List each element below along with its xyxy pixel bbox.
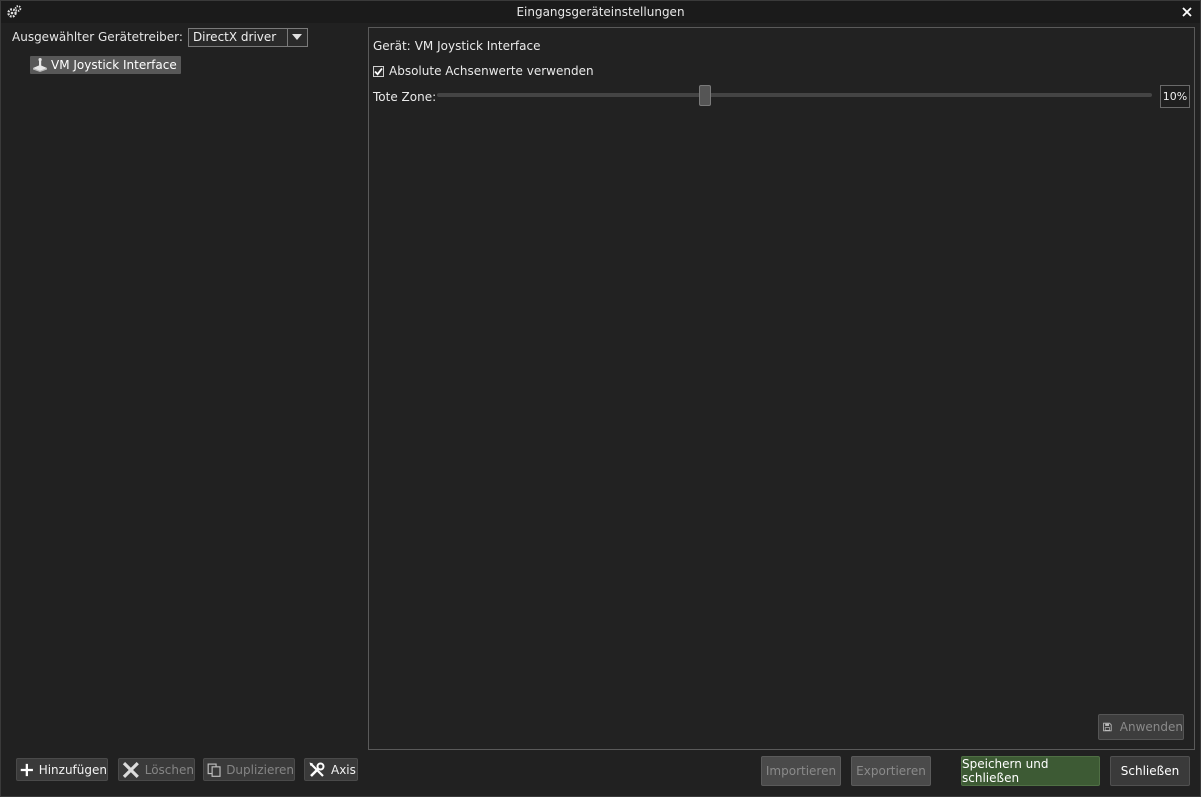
axis-button-label: Axis <box>331 762 356 777</box>
save-disk-icon <box>1103 722 1112 732</box>
window-title: Eingangsgeräteinstellungen <box>516 5 685 19</box>
import-button[interactable]: Importieren <box>761 756 841 786</box>
input-device-settings-window: Eingangsgeräteinstellungen Ausgewählter … <box>0 0 1201 797</box>
duplicate-icon <box>207 762 221 777</box>
add-button-label: Hinzufügen <box>38 762 107 777</box>
dead-zone-slider-handle[interactable] <box>699 85 712 106</box>
dead-zone-value[interactable]: 10% <box>1160 85 1190 108</box>
plus-icon <box>20 763 33 776</box>
device-settings-panel: Gerät: VM Joystick Interface Absolute Ach… <box>368 27 1195 750</box>
close-icon[interactable] <box>1179 4 1195 20</box>
tools-icon <box>309 762 325 777</box>
export-button[interactable]: Exportieren <box>851 756 931 786</box>
apply-button[interactable]: Anwenden <box>1098 714 1184 740</box>
device-list-item-label: VM Joystick Interface <box>51 58 177 72</box>
close-button-label: Schließen <box>1120 764 1180 778</box>
import-button-label: Importieren <box>765 764 837 778</box>
dead-zone-row: Tote Zone: 10% <box>373 85 1190 109</box>
delete-button[interactable]: Löschen <box>118 758 195 781</box>
save-and-close-button[interactable]: Speichern und schließen <box>961 756 1100 786</box>
device-info: Gerät: VM Joystick Interface <box>373 39 540 53</box>
delete-x-icon <box>122 761 139 778</box>
close-button[interactable]: Schließen <box>1110 756 1190 786</box>
checkmark-icon <box>374 67 383 76</box>
device-name: VM Joystick Interface <box>414 39 541 53</box>
driver-dropdown-value: DirectX driver <box>192 30 277 44</box>
duplicate-button-label: Duplizieren <box>226 762 294 777</box>
driver-dropdown[interactable]: DirectX driver <box>187 27 308 47</box>
title-bar: Eingangsgeräteinstellungen <box>1 1 1200 23</box>
absolute-axes-label: Absolute Achsenwerte verwenden <box>389 64 594 78</box>
chevron-down-icon[interactable] <box>286 28 307 46</box>
add-button[interactable]: Hinzufügen <box>16 758 108 781</box>
absolute-axes-checkbox[interactable] <box>373 65 384 77</box>
device-label: Gerät: <box>373 39 411 53</box>
driver-label: Ausgewählter Gerätetreiber: <box>12 30 183 44</box>
absolute-axes-row: Absolute Achsenwerte verwenden <box>373 64 594 78</box>
delete-button-label: Löschen <box>144 762 194 777</box>
export-button-label: Exportieren <box>856 764 926 778</box>
device-list-item[interactable]: VM Joystick Interface <box>30 56 181 74</box>
dead-zone-label: Tote Zone: <box>373 90 437 104</box>
apply-button-label: Anwenden <box>1119 720 1183 734</box>
dead-zone-slider[interactable] <box>437 85 1152 106</box>
duplicate-button[interactable]: Duplizieren <box>203 758 295 781</box>
save-and-close-button-label: Speichern und schließen <box>962 757 1049 785</box>
driver-selector-row: Ausgewählter Gerätetreiber: DirectX driv… <box>12 27 308 47</box>
joystick-icon <box>33 58 47 72</box>
axis-button[interactable]: Axis <box>304 758 358 781</box>
